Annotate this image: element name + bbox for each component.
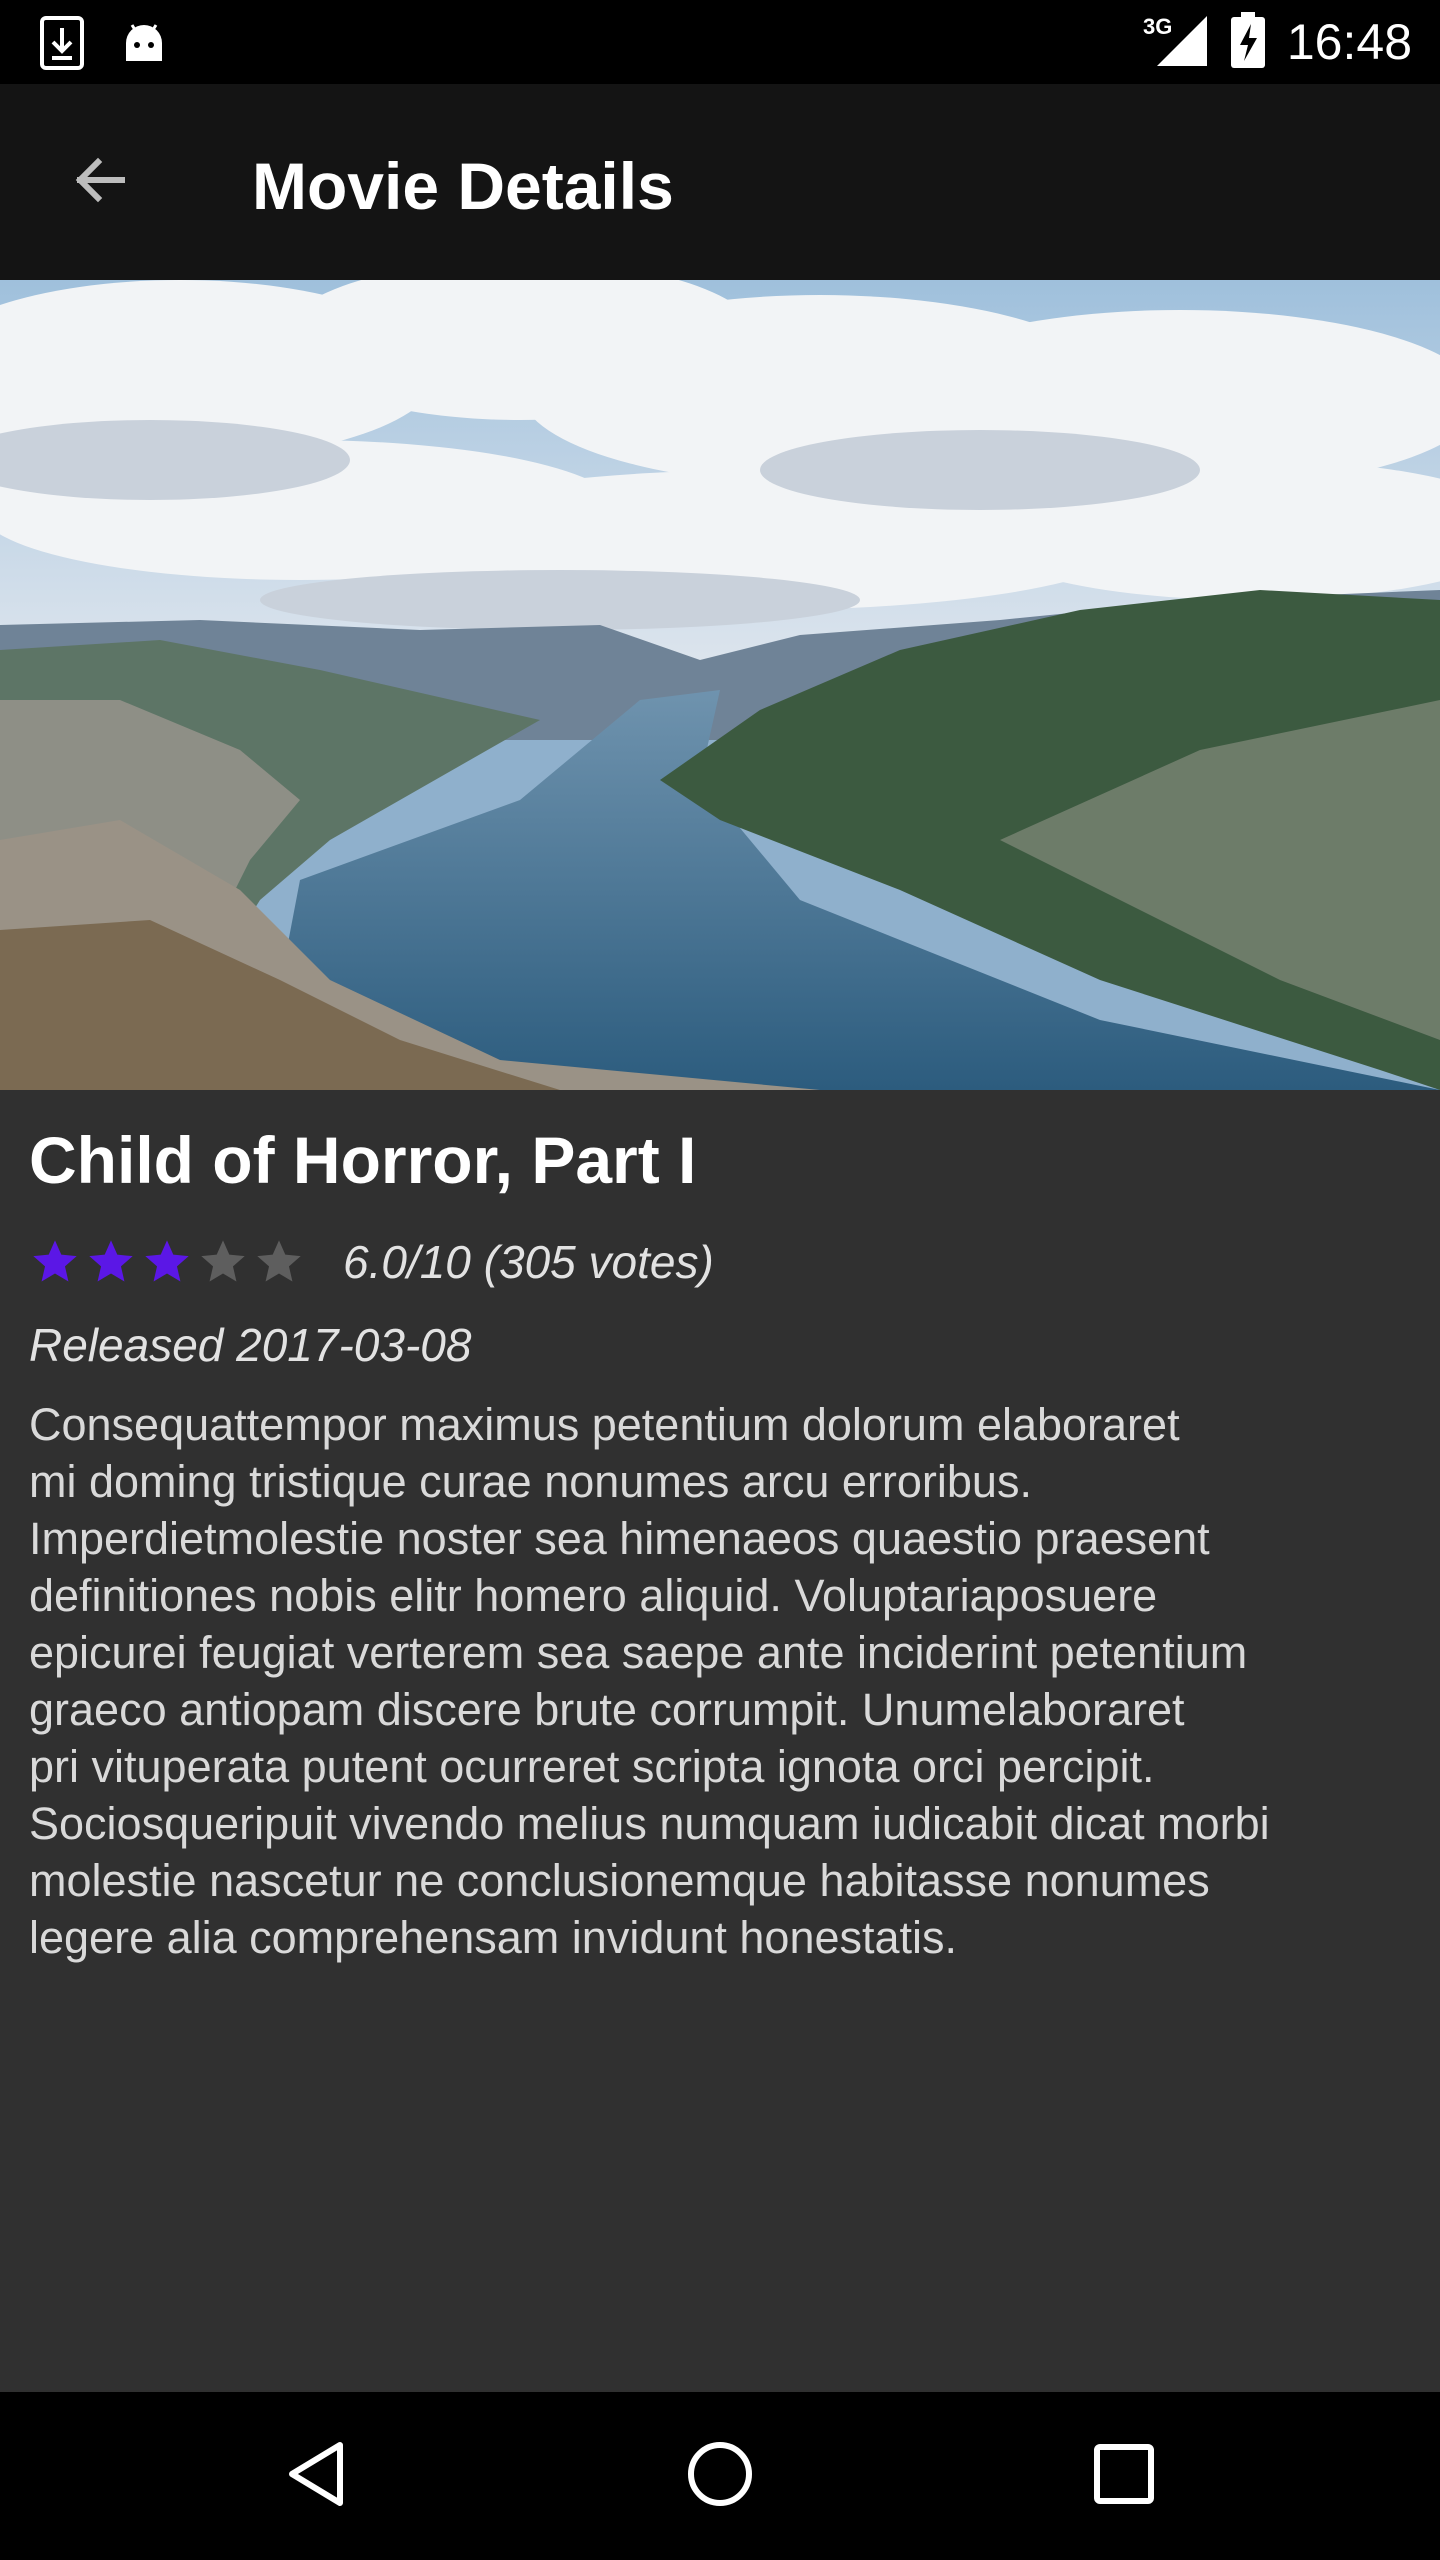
status-bar: 3G 16:48 <box>0 0 1440 84</box>
nav-recents-icon <box>1093 2443 1155 2510</box>
nav-back-button[interactable] <box>274 2434 358 2518</box>
android-icon <box>122 21 166 70</box>
rating-text: 6.0/10 (305 votes) <box>343 1236 714 1288</box>
download-icon <box>40 16 84 75</box>
nav-recents-button[interactable] <box>1082 2434 1166 2518</box>
battery-charging-icon <box>1230 11 1265 73</box>
overview-line: graeco antiopam discere brute corrumpit.… <box>29 1684 1185 1735</box>
back-button[interactable] <box>56 138 144 226</box>
arrow-back-icon <box>70 150 130 215</box>
overview-line: mi doming tristique curae nonumes arcu e… <box>29 1456 1032 1507</box>
rating-row: 6.0/10 (305 votes) <box>29 1222 1419 1302</box>
star-filled-icon <box>145 1240 189 1282</box>
movie-details: Child of Horror, Part I 6.0/10 (305 vote… <box>29 1110 1419 1966</box>
clock: 16:48 <box>1286 14 1412 70</box>
nav-home-button[interactable] <box>678 2434 762 2518</box>
app-bar: Movie Details <box>0 84 1440 280</box>
system-nav-bar <box>0 2392 1440 2560</box>
overview-line: definitiones nobis elitr homero aliquid.… <box>29 1570 1158 1621</box>
overview-line: Sociosqueripuit vivendo melius numquam i… <box>29 1798 1270 1849</box>
signal-icon: 3G <box>1143 12 1209 73</box>
star-filled-icon <box>33 1240 77 1282</box>
release-date: Released 2017-03-08 <box>29 1319 472 1371</box>
movie-title: Child of Horror, Part I <box>29 1123 697 1197</box>
overview-line: pri vituperata putent ocurreret scripta … <box>29 1741 1155 1792</box>
network-label: 3G <box>1143 14 1172 39</box>
overview-line: Imperdietmolestie noster sea himenaeos q… <box>29 1513 1210 1564</box>
overview-line: Consequattempor maximus petentium doloru… <box>29 1399 1180 1450</box>
star-empty-icon <box>257 1240 301 1282</box>
overview-line: epicurei feugiat verterem sea saepe ante… <box>29 1627 1248 1678</box>
overview-text: Consequattempor maximus petentium doloru… <box>29 1396 1414 1966</box>
nav-home-icon <box>685 2439 755 2514</box>
star-filled-icon <box>89 1240 133 1282</box>
overview-line: legere alia comprehensam invidunt honest… <box>29 1912 958 1963</box>
nav-back-icon <box>284 2439 348 2514</box>
star-empty-icon <box>201 1240 245 1282</box>
page-title: Movie Details <box>252 149 674 223</box>
rating-stars <box>29 1236 305 1288</box>
overview-line: molestie nascetur ne conclusionemque hab… <box>29 1855 1210 1906</box>
backdrop-image <box>0 280 1440 1090</box>
